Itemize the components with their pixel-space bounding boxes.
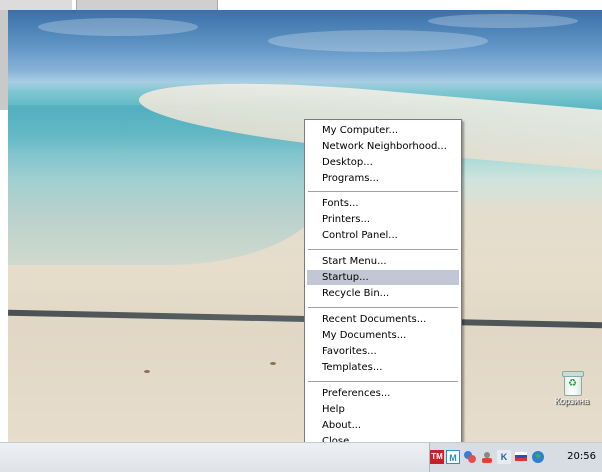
rock (270, 362, 276, 365)
menu-separator (308, 249, 458, 250)
menu-item-start-menu[interactable]: Start Menu... (307, 254, 459, 269)
context-menu: My Computer... Network Neighborhood... D… (304, 119, 462, 457)
background-window-edge (0, 10, 8, 110)
taskbar: TM M K 20:56 (0, 442, 602, 472)
recycle-bin-label: Корзина (554, 396, 590, 406)
menu-item-programs[interactable]: Programs... (307, 171, 459, 186)
menu-item-help[interactable]: Help (307, 402, 459, 417)
menu-item-printers[interactable]: Printers... (307, 212, 459, 227)
m-icon[interactable]: M (446, 450, 460, 464)
menu-item-my-documents[interactable]: My Documents... (307, 328, 459, 343)
top-window-strip (0, 0, 602, 15)
globe-icon[interactable] (531, 450, 545, 464)
menu-item-recycle-bin[interactable]: Recycle Bin... (307, 286, 459, 301)
menu-item-desktop[interactable]: Desktop... (307, 155, 459, 170)
menu-item-about[interactable]: About... (307, 418, 459, 433)
recycle-bin-icon: ♻ (561, 370, 584, 396)
menu-item-templates[interactable]: Templates... (307, 360, 459, 375)
cloud (428, 14, 578, 28)
menu-item-recent-documents[interactable]: Recent Documents... (307, 312, 459, 327)
tm-icon[interactable]: TM (430, 450, 444, 464)
rock (144, 370, 150, 373)
cloud (38, 18, 198, 36)
menu-item-my-computer[interactable]: My Computer... (307, 123, 459, 138)
clock[interactable]: 20:56 (567, 451, 596, 462)
cloud (268, 30, 488, 52)
menu-item-control-panel[interactable]: Control Panel... (307, 228, 459, 243)
network-icon[interactable] (463, 450, 477, 464)
menu-separator (308, 381, 458, 382)
menu-separator (308, 307, 458, 308)
recycle-bin-desktop-icon[interactable]: ♻ Корзина (542, 370, 602, 406)
flag-icon[interactable] (514, 450, 528, 464)
menu-item-preferences[interactable]: Preferences... (307, 386, 459, 401)
menu-separator (308, 191, 458, 192)
system-tray: TM M K 20:56 (429, 443, 602, 472)
menu-item-network-neighborhood[interactable]: Network Neighborhood... (307, 139, 459, 154)
menu-item-fonts[interactable]: Fonts... (307, 196, 459, 211)
menu-item-favorites[interactable]: Favorites... (307, 344, 459, 359)
menu-item-startup[interactable]: Startup... (307, 270, 459, 285)
security-icon[interactable] (480, 450, 494, 464)
k-icon[interactable]: K (497, 450, 511, 464)
